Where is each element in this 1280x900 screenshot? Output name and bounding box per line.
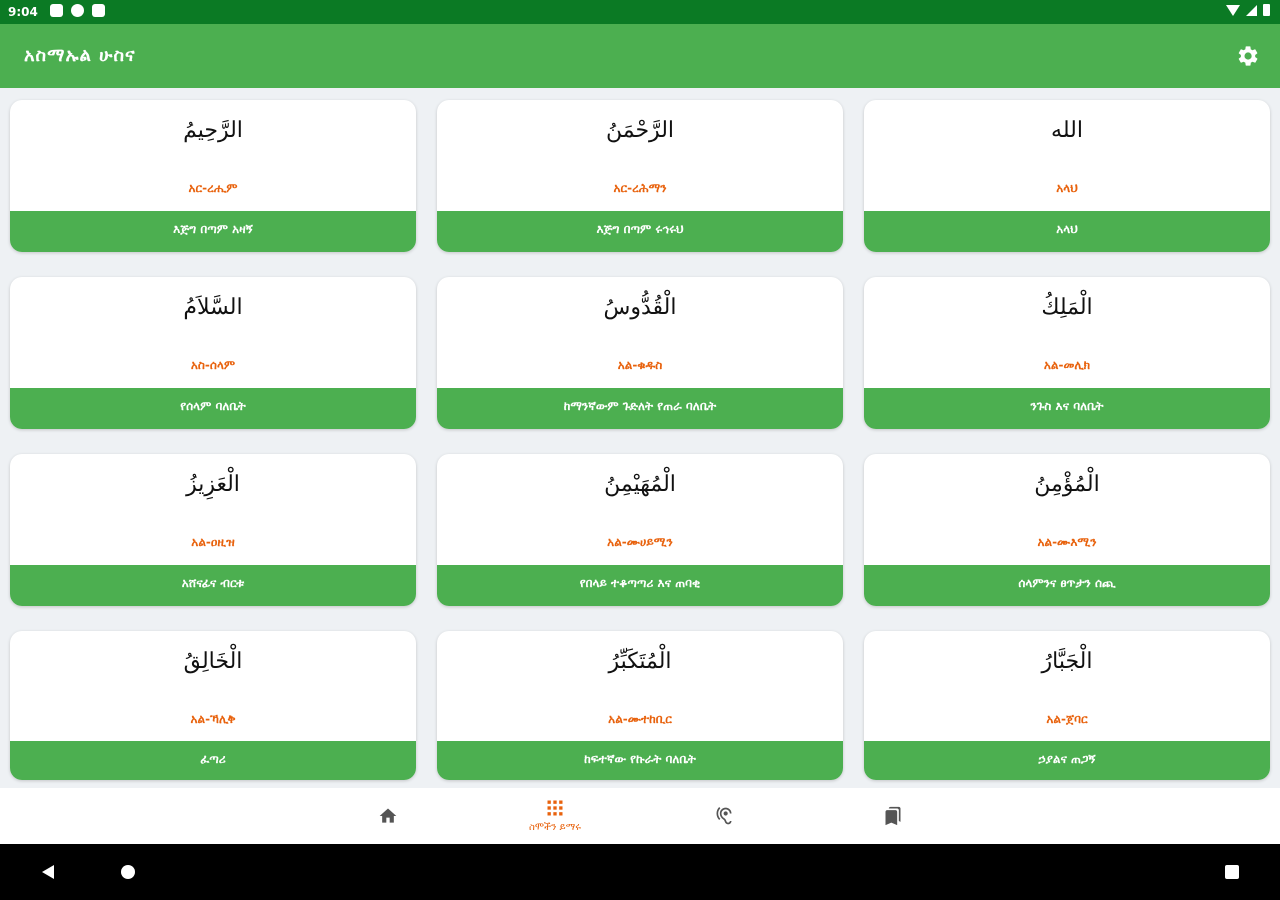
meaning: ከፍተኛው የኩራት ባለቤት bbox=[437, 741, 843, 780]
bottom-nav: ስሞችን ይማሩ bbox=[0, 788, 1280, 844]
transliteration: አል-ሙእሚን bbox=[1037, 535, 1097, 549]
transliteration: አል-ሙተከቢር bbox=[608, 712, 672, 726]
meaning: ኃያልና ጠጋኝ bbox=[864, 741, 1270, 780]
status-time: 9:04 bbox=[8, 5, 38, 19]
name-card[interactable]: الْمَلِكُ አል-መሊክ ንጉስ እና ባለቤት bbox=[864, 277, 1270, 429]
meaning: የበላይ ተቆጣጣሪ እና ጠባቂ bbox=[437, 565, 843, 606]
name-card[interactable]: الرَّحِيمُ አር-ረሒም እጅግ በጣም አዛኝ bbox=[10, 100, 416, 252]
bookmarks-icon bbox=[885, 806, 901, 826]
name-card[interactable]: الْمُؤْمِنُ አል-ሙእሚን ሰላምንና ፀጥታን ሰጪ bbox=[864, 454, 1270, 606]
sd-card-icon bbox=[92, 4, 105, 17]
arabic-name: الْمُؤْمِنُ bbox=[1034, 472, 1100, 497]
system-nav-bar bbox=[0, 844, 1280, 900]
home-icon bbox=[379, 808, 397, 823]
name-card[interactable]: الْقُدُّوسُ አል-ቁዱስ ከማንኛውም ጉድለት የጠራ ባለቤት bbox=[437, 277, 843, 429]
nav-bookmarks[interactable] bbox=[843, 788, 943, 844]
meaning: የሰላም ባለቤት bbox=[10, 388, 416, 429]
nav-home[interactable] bbox=[338, 788, 438, 844]
transliteration: አል-ዐዚዝ bbox=[191, 535, 235, 549]
nav-listen[interactable] bbox=[674, 788, 774, 844]
arabic-name: الْجَبَّارُ bbox=[1041, 649, 1093, 674]
meaning: አሸናፊና ብርቱ bbox=[10, 565, 416, 606]
arabic-name: الْمُهَيْمِنُ bbox=[604, 472, 676, 497]
name-card[interactable]: الْخَالِقُ አል-ኻሊቅ ፈጣሪ bbox=[10, 631, 416, 780]
grid-icon bbox=[547, 800, 563, 816]
meaning: እጅግ በጣም ሩኅሩህ bbox=[437, 211, 843, 252]
back-icon[interactable] bbox=[40, 864, 56, 880]
meaning: ሰላምንና ፀጥታን ሰጪ bbox=[864, 565, 1270, 606]
meaning: እጅግ በጣም አዛኝ bbox=[10, 211, 416, 252]
app-bar: አስማኡል ሁስና bbox=[0, 24, 1280, 88]
arabic-name: الْمُتَكَبِّرُ bbox=[608, 649, 672, 674]
hearing-icon bbox=[716, 807, 732, 825]
meaning: ፈጣሪ bbox=[10, 741, 416, 780]
arabic-name: الله bbox=[1051, 118, 1083, 143]
gear-icon[interactable] bbox=[1236, 44, 1260, 68]
arabic-name: الْقُدُّوسُ bbox=[603, 295, 677, 320]
name-card[interactable]: السَّلاَمُ አስ-ሰላም የሰላም ባለቤት bbox=[10, 277, 416, 429]
nav-learn-names-label: ስሞችን ይማሩ bbox=[529, 822, 581, 833]
arabic-name: السَّلاَمُ bbox=[183, 295, 243, 320]
name-card[interactable]: الْجَبَّارُ አል-ጀባር ኃያልና ጠጋኝ bbox=[864, 631, 1270, 780]
transliteration: አር-ረሕማን bbox=[613, 181, 667, 195]
arabic-name: الرَّحِيمُ bbox=[183, 118, 243, 143]
app-title: አስማኡል ሁስና bbox=[24, 45, 136, 66]
name-card[interactable]: الرَّحْمَنُ አር-ረሕማን እጅግ በጣም ሩኅሩህ bbox=[437, 100, 843, 252]
status-system-icons bbox=[1226, 4, 1270, 16]
arabic-name: الْخَالِقُ bbox=[183, 649, 243, 674]
wifi-icon bbox=[1226, 4, 1240, 16]
nav-learn-names[interactable]: ስሞችን ይማሩ bbox=[505, 788, 605, 844]
name-card[interactable]: الْمُتَكَبِّرُ አል-ሙተከቢር ከፍተኛው የኩራት ባለቤት bbox=[437, 631, 843, 780]
meaning: ከማንኛውም ጉድለት የጠራ ባለቤት bbox=[437, 388, 843, 429]
transliteration: አል-ቁዱስ bbox=[617, 358, 663, 372]
notification-icon bbox=[50, 4, 63, 17]
name-card[interactable]: الْعَزِيزُ አል-ዐዚዝ አሸናፊና ብርቱ bbox=[10, 454, 416, 606]
recents-icon[interactable] bbox=[1224, 864, 1240, 880]
status-bar: 9:04 bbox=[0, 0, 1280, 24]
arabic-name: الْمَلِكُ bbox=[1041, 295, 1093, 320]
transliteration: አል-ሙሀይሚን bbox=[607, 535, 673, 549]
signal-icon bbox=[1246, 4, 1257, 16]
transliteration: አላህ bbox=[1056, 181, 1078, 195]
transliteration: አል-መሊክ bbox=[1043, 358, 1091, 372]
meaning: ንጉስ እና ባለቤት bbox=[864, 388, 1270, 429]
transliteration: አስ-ሰላም bbox=[190, 358, 236, 372]
transliteration: አል-ኻሊቅ bbox=[190, 712, 236, 726]
transliteration: አር-ረሒም bbox=[188, 181, 238, 195]
arabic-name: الرَّحْمَنُ bbox=[605, 118, 675, 143]
meaning: አላህ bbox=[864, 211, 1270, 252]
name-card[interactable]: الْمُهَيْمِنُ አል-ሙሀይሚን የበላይ ተቆጣጣሪ እና ጠባቂ bbox=[437, 454, 843, 606]
status-notification-icons bbox=[50, 4, 105, 17]
app-notification-icon bbox=[71, 4, 84, 17]
transliteration: አል-ጀባር bbox=[1046, 712, 1088, 726]
arabic-name: الْعَزِيزُ bbox=[186, 472, 240, 497]
home-circle-icon[interactable] bbox=[120, 864, 136, 880]
name-card[interactable]: الله አላህ አላህ bbox=[864, 100, 1270, 252]
battery-icon bbox=[1263, 4, 1270, 16]
